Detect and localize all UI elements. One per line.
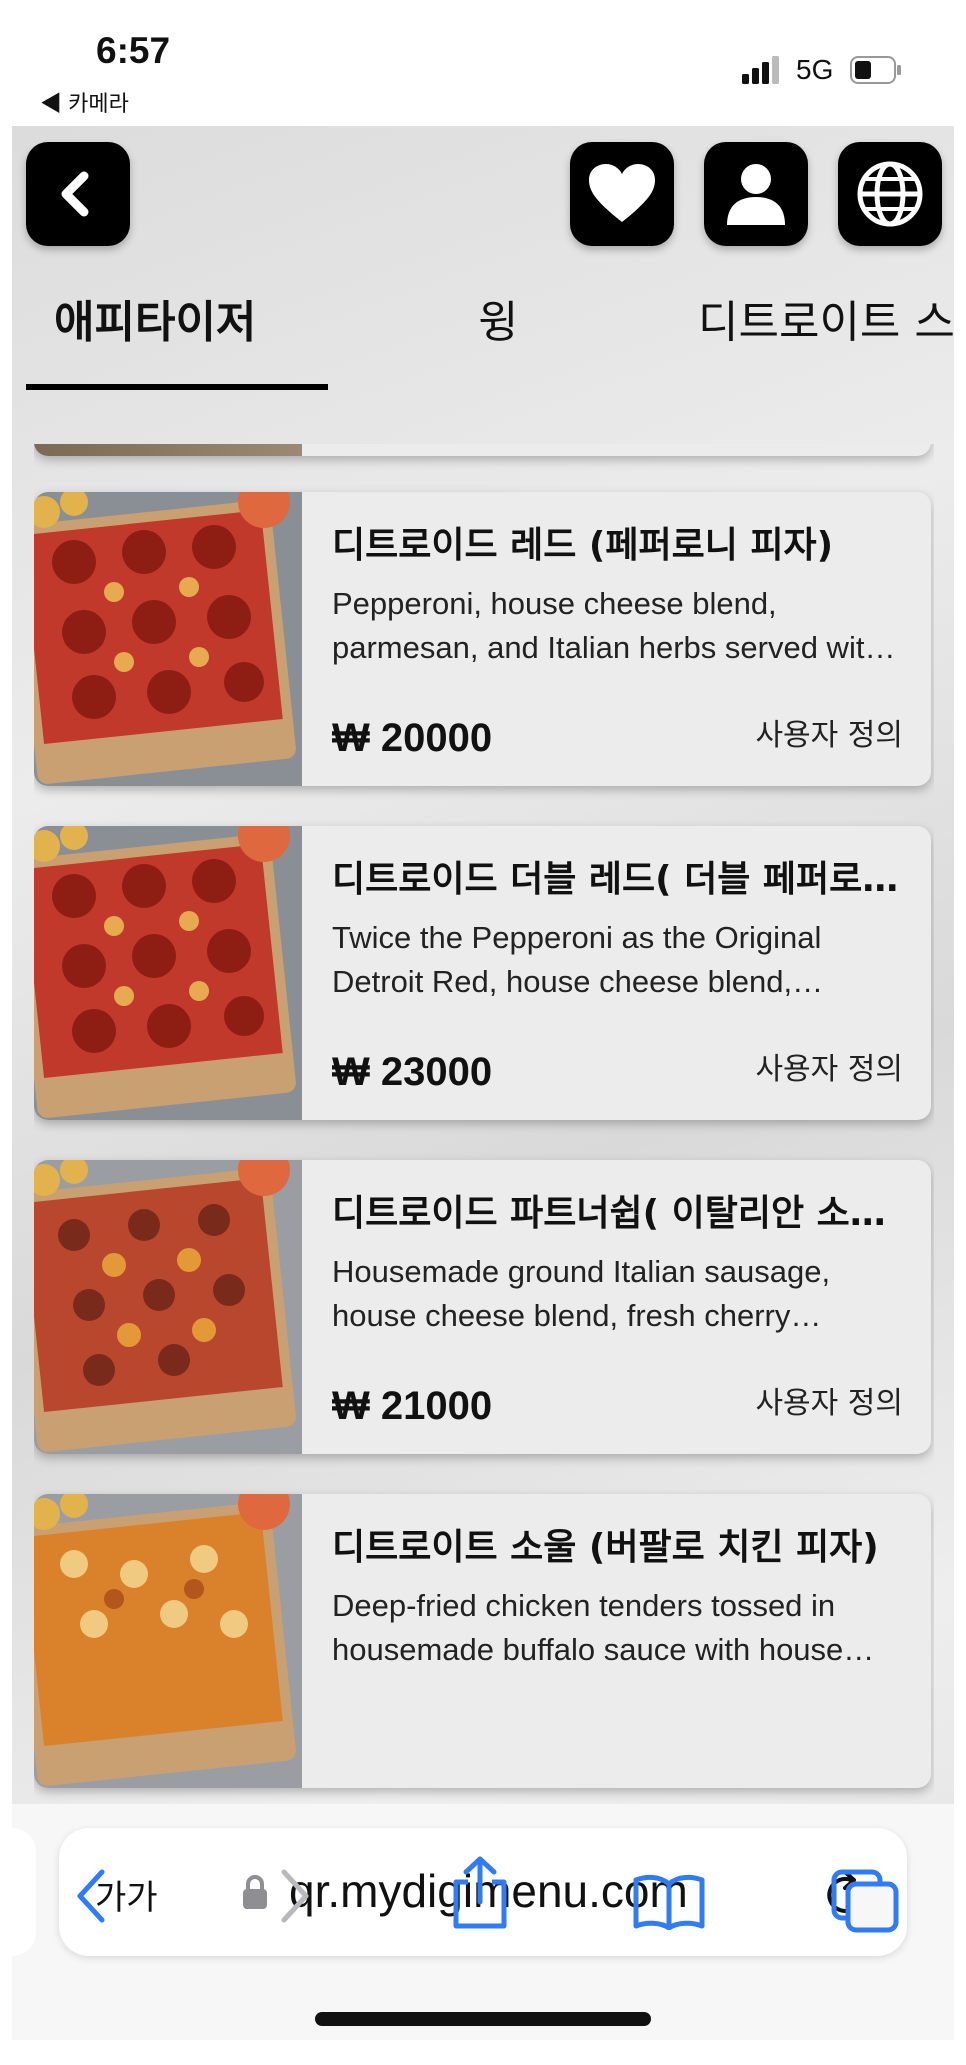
tab-appetizer[interactable]: 애피타이저 [54, 286, 256, 350]
back-to-app-link[interactable]: ◀ 카메라 [40, 86, 129, 118]
network-label: 5G [796, 54, 834, 85]
menu-card[interactable]: 디트로이드 레드 (페퍼로니 피자) Pepperoni, house chee… [34, 492, 931, 786]
menu-page: 애피타이저 윙 디트로이트 스 디트로이드 레드 (페퍼로니 피자) Peppe… [12, 126, 954, 2040]
menu-list: 디트로이드 레드 (페퍼로니 피자) Pepperoni, house chee… [34, 444, 934, 1804]
menu-card[interactable]: 디트로이드 더블 레드( 더블 페퍼로니 피자) Twice the Peppe… [34, 826, 931, 1120]
item-price: ₩ 20000 [332, 716, 493, 760]
pizza-image [34, 1160, 302, 1454]
category-tabs: 애피타이저 윙 디트로이트 스 [12, 286, 954, 376]
language-button[interactable] [838, 142, 942, 246]
battery-icon [850, 56, 901, 84]
profile-button[interactable] [704, 142, 808, 246]
pizza-image [34, 826, 302, 1120]
back-icon [61, 171, 89, 217]
item-description: Housemade ground Italian sausage, house … [332, 1254, 831, 1333]
menu-card[interactable]: 디트로이트 소울 (버팔로 치킨 피자) Deep-fried chicken … [34, 1494, 931, 1788]
customize-link[interactable]: 사용자 정의 [755, 710, 903, 754]
tab-detroit-style[interactable]: 디트로이트 스 [698, 286, 954, 350]
share-icon[interactable] [450, 1856, 510, 1930]
previous-tab-peek[interactable] [12, 1828, 36, 1956]
item-description: Twice the Pepperoni as the Original Detr… [332, 920, 822, 999]
favorites-button[interactable] [570, 142, 674, 246]
bookmarks-icon[interactable] [632, 1874, 706, 1930]
status-time: 6:57 [96, 30, 171, 71]
back-button[interactable] [26, 142, 130, 246]
globe-icon [857, 161, 923, 227]
heart-icon [589, 164, 655, 222]
customize-link[interactable]: 사용자 정의 [755, 1378, 903, 1422]
status-bar: 6:57 ◀ 카메라 5G [0, 0, 966, 125]
signal-icon [742, 56, 779, 84]
item-description: Deep-fried chicken tenders tossed in hou… [332, 1588, 844, 1667]
item-name: 디트로이트 소울 (버팔로 치킨 피자) [332, 1527, 879, 1568]
tab-wings[interactable]: 윙 [478, 286, 518, 350]
item-name: 디트로이드 파트너쉽( 이탈리안 소시지 피자) [332, 1193, 902, 1234]
pizza-image [34, 1494, 302, 1788]
item-name: 디트로이드 레드 (페퍼로니 피자) [332, 525, 834, 566]
item-price: ₩ 23000 [332, 1050, 493, 1094]
tabs-icon[interactable] [830, 1868, 900, 1934]
user-icon [727, 164, 785, 225]
item-price: ₩ 21000 [332, 1384, 493, 1428]
browser-forward-icon[interactable] [274, 1866, 314, 1926]
customize-link[interactable]: 사용자 정의 [755, 1044, 903, 1088]
item-name: 디트로이드 더블 레드( 더블 페퍼로니 피자) [332, 859, 902, 900]
pizza-image [34, 492, 302, 786]
home-indicator[interactable] [315, 2012, 651, 2026]
browser-back-icon[interactable] [72, 1866, 112, 1926]
item-description: Pepperoni, house cheese blend, parmesan,… [332, 586, 882, 665]
lock-icon [243, 1875, 267, 1909]
active-tab-indicator [26, 384, 328, 390]
menu-card[interactable]: 디트로이드 파트너쉽( 이탈리안 소시지 피자) Housemade groun… [34, 1160, 931, 1454]
menu-card-partial[interactable] [34, 444, 931, 456]
